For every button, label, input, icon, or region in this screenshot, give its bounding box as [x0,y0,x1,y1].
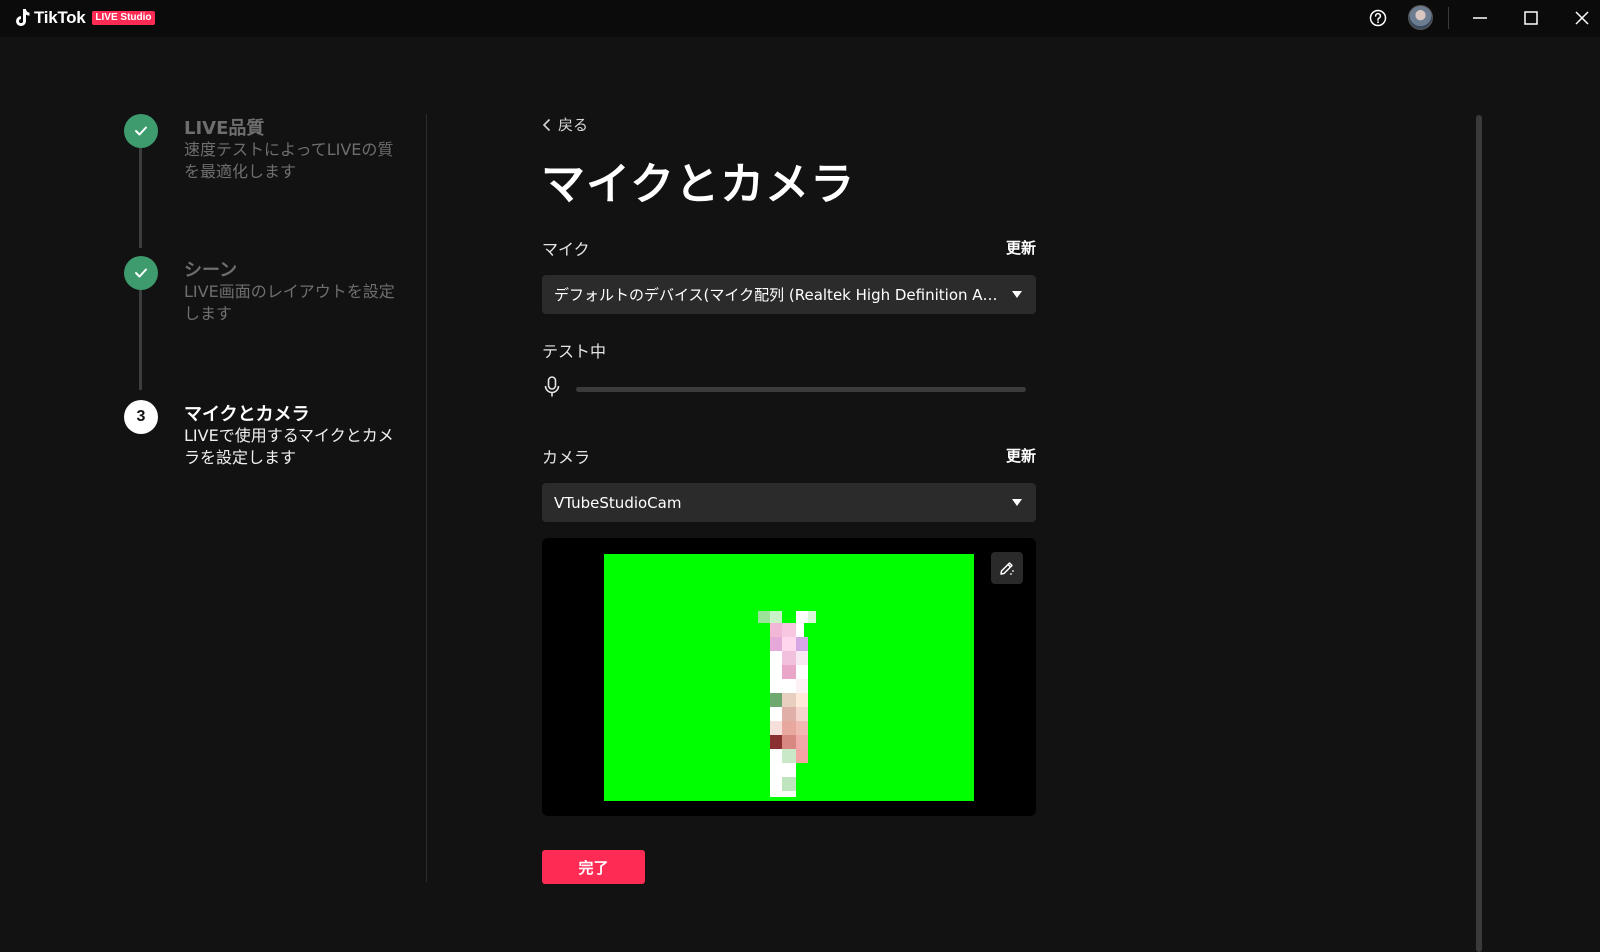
step-title: シーン [184,260,238,281]
camera-select[interactable]: VTubeStudioCam [542,483,1036,522]
chevron-left-icon [542,118,551,131]
camera-feed [604,554,974,801]
mic-test-row [544,376,560,398]
title-bar: TikTok LIVE Studio [0,0,1600,37]
check-icon [135,126,147,136]
mic-select[interactable]: デフォルトのデバイス(マイク配列 (Realtek High Definitio… [542,275,1036,314]
step-desc: LIVE画面のレイアウトを設定します [184,282,395,323]
tiktok-logo: TikTok LIVE Studio [14,8,155,28]
scrollbar[interactable] [1476,115,1482,952]
step-title: LIVE品質 [184,118,265,139]
check-icon [135,268,147,278]
magic-pencil-icon [1000,562,1014,575]
camera-selected-value: VTubeStudioCam [554,493,682,512]
step-number: 3 [124,400,158,434]
camera-refresh-button[interactable]: 更新 [966,445,1036,466]
tiktok-note-icon [16,9,30,27]
mic-refresh-button[interactable]: 更新 [966,237,1036,258]
close-icon[interactable] [1572,8,1592,28]
page-title: マイクとカメラ [541,159,856,210]
column-divider [426,114,427,882]
camera-label: カメラ [542,448,591,467]
camera-preview [542,538,1036,816]
avatar[interactable] [1408,5,1433,30]
step-connector [139,148,142,248]
live-studio-badge: LIVE Studio [92,11,155,25]
step-connector [139,290,142,390]
mic-label: マイク [542,240,590,259]
mic-level-meter [576,387,1026,392]
maximize-icon[interactable] [1521,8,1541,28]
app-name: TikTok [34,8,86,27]
step-desc: LIVEで使用するマイクとカメラを設定します [184,426,394,467]
minimize-icon[interactable] [1470,8,1490,28]
chevron-down-icon [1012,291,1022,298]
microphone-icon [544,376,560,397]
pixelated-figure [758,611,816,797]
back-label: 戻る [558,116,589,134]
mic-selected-value: デフォルトのデバイス(マイク配列 (Realtek High Definitio… [554,286,1000,304]
mic-test-label: テスト中 [542,342,607,361]
step-done-check [124,114,158,148]
step-done-check [124,256,158,290]
done-button[interactable]: 完了 [542,850,645,884]
edit-preview-button[interactable] [991,552,1023,584]
back-button[interactable]: 戻る [542,114,588,135]
help-icon[interactable] [1368,8,1388,28]
chevron-down-icon [1012,499,1022,506]
step-desc: 速度テストによってLIVEの質を最適化します [184,140,394,181]
titlebar-separator [1448,7,1449,29]
step-title: マイクとカメラ [184,404,310,425]
